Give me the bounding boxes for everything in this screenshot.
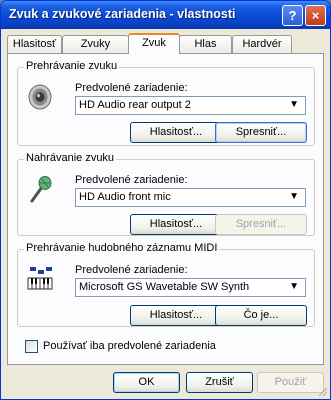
- playback-group-title: Prehrávanie zvuku: [24, 60, 120, 72]
- midi-group: Prehrávanie hudobného záznamu MIDI Predv…: [17, 242, 315, 327]
- tab-audio[interactable]: Zvuk: [128, 33, 180, 54]
- sound-properties-dialog: Zvuk a zvukové zariadenia - vlastnosti ?…: [0, 0, 331, 400]
- recording-device-label: Predvolené zariadenie:: [75, 174, 188, 186]
- help-icon: ?: [288, 8, 297, 23]
- chevron-down-icon: ▼: [289, 281, 299, 292]
- apply-button[interactable]: Použiť: [257, 372, 324, 393]
- resize-grip-icon[interactable]: [316, 385, 328, 397]
- speaker-icon: [28, 84, 52, 110]
- window-title: Zvuk a zvukové zariadenia - vlastnosti: [9, 7, 236, 21]
- title-bar[interactable]: Zvuk a zvukové zariadenia - vlastnosti ?…: [1, 1, 330, 29]
- playback-group: Prehrávanie zvuku Predvolené zariadenie:…: [17, 60, 315, 146]
- playback-device-select[interactable]: HD Audio rear output 2 ▼: [75, 96, 306, 115]
- midi-group-title: Prehrávanie hudobného záznamu MIDI: [24, 242, 220, 254]
- tab-hardware[interactable]: Hardvér: [232, 35, 292, 53]
- close-icon: ×: [311, 8, 320, 23]
- microphone-icon: [30, 176, 52, 203]
- recording-group: Nahrávanie zvuku Predvolené zariadenie: …: [17, 152, 315, 236]
- cancel-button[interactable]: Zrušiť: [186, 372, 253, 393]
- default-devices-only-label[interactable]: Používať iba predvolené zariadenia: [43, 340, 216, 352]
- recording-group-title: Nahrávanie zvuku: [24, 152, 117, 164]
- chevron-down-icon: ▼: [289, 99, 299, 110]
- recording-device-value: HD Audio front mic: [79, 191, 171, 203]
- recording-device-select[interactable]: HD Audio front mic ▼: [75, 188, 306, 207]
- midi-about-button[interactable]: Čo je...: [215, 305, 307, 326]
- midi-device-select[interactable]: Microsoft GS Wavetable SW Synth ▼: [75, 278, 306, 297]
- playback-device-value: HD Audio rear output 2: [79, 99, 191, 111]
- tab-voice[interactable]: Hlas: [179, 35, 232, 53]
- midi-device-value: Microsoft GS Wavetable SW Synth: [79, 281, 250, 293]
- playback-volume-button[interactable]: Hlasitosť...: [130, 122, 222, 143]
- default-devices-only-checkbox[interactable]: [25, 340, 38, 353]
- audio-tab-panel: Prehrávanie zvuku Predvolené zariadenie:…: [7, 53, 324, 365]
- help-button[interactable]: ?: [282, 5, 303, 26]
- chevron-down-icon: ▼: [289, 191, 299, 202]
- midi-keyboard-icon: [27, 267, 53, 290]
- tab-sounds[interactable]: Zvuky: [62, 35, 129, 53]
- tab-volume[interactable]: Hlasitosť: [7, 35, 62, 53]
- recording-volume-button[interactable]: Hlasitosť...: [130, 214, 222, 235]
- playback-advanced-button[interactable]: Spresniť...: [215, 122, 307, 143]
- playback-device-label: Predvolené zariadenie:: [75, 82, 188, 94]
- recording-advanced-button[interactable]: Spresniť...: [215, 214, 307, 235]
- midi-volume-button[interactable]: Hlasitosť...: [130, 305, 222, 326]
- close-button[interactable]: ×: [305, 5, 326, 26]
- midi-device-label: Predvolené zariadenie:: [75, 264, 188, 276]
- ok-button[interactable]: OK: [113, 372, 180, 393]
